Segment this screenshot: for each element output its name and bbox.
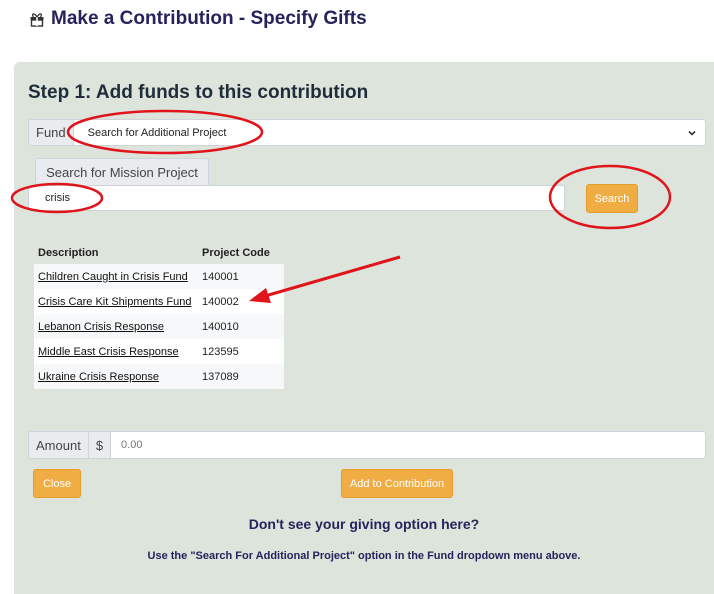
description-cell: Crisis Care Kit Shipments Fund (34, 289, 198, 314)
table-row: Ukraine Crisis Response 137089 (34, 364, 284, 389)
project-link[interactable]: Middle East Crisis Response (38, 346, 179, 358)
table-row: Crisis Care Kit Shipments Fund 140002 (34, 289, 284, 314)
column-header-description: Description (38, 247, 99, 259)
table-row: Lebanon Crisis Response 140010 (34, 314, 284, 339)
add-to-contribution-button[interactable]: Add to Contribution (341, 469, 453, 498)
fund-row: Fund Search for Additional Project (28, 119, 706, 146)
amount-input[interactable]: 0.00 (110, 431, 706, 459)
help-text: Use the "Search For Additional Project" … (147, 550, 581, 562)
description-cell: Lebanon Crisis Response (34, 314, 198, 339)
project-link[interactable]: Ukraine Crisis Response (38, 371, 159, 383)
project-link[interactable]: Lebanon Crisis Response (38, 321, 164, 333)
project-code-cell: 140002 (198, 289, 284, 314)
amount-row: Amount $ 0.00 (28, 431, 706, 459)
fund-select[interactable]: Search for Additional Project (72, 119, 706, 146)
project-code-cell: 123595 (198, 339, 284, 364)
close-button[interactable]: Close (33, 469, 81, 498)
description-cell: Children Caught in Crisis Fund (34, 264, 198, 289)
search-input[interactable]: crisis (28, 185, 565, 211)
column-header-project-code: Project Code (202, 247, 270, 259)
tab-search-mission-project[interactable]: Search for Mission Project (35, 158, 209, 185)
project-link[interactable]: Crisis Care Kit Shipments Fund (38, 296, 191, 308)
fund-label: Fund (28, 119, 73, 146)
description-cell: Ukraine Crisis Response (34, 364, 198, 389)
project-code-cell: 140001 (198, 264, 284, 289)
description-cell: Middle East Crisis Response (34, 339, 198, 364)
amount-label: Amount (28, 431, 88, 459)
step-title: Step 1: Add funds to this contribution (28, 82, 369, 103)
table-row: Middle East Crisis Response 123595 (34, 339, 284, 364)
page-title-text: Make a Contribution - Specify Gifts (51, 8, 367, 29)
project-code-cell: 140010 (198, 314, 284, 339)
gift-icon (30, 13, 44, 27)
page-title: Make a Contribution - Specify Gifts (29, 6, 367, 32)
project-code-cell: 137089 (198, 364, 284, 389)
table-header-row: Description Project Code (34, 242, 284, 264)
chevron-down-icon (688, 130, 696, 136)
help-title: Don't see your giving option here? (248, 516, 480, 532)
project-link[interactable]: Children Caught in Crisis Fund (38, 271, 188, 283)
currency-symbol: $ (87, 431, 111, 459)
fund-select-value: Search for Additional Project (87, 126, 227, 139)
results-table: Description Project Code Children Caught… (34, 242, 284, 389)
table-row: Children Caught in Crisis Fund 140001 (34, 264, 284, 289)
search-button[interactable]: Search (586, 184, 638, 213)
